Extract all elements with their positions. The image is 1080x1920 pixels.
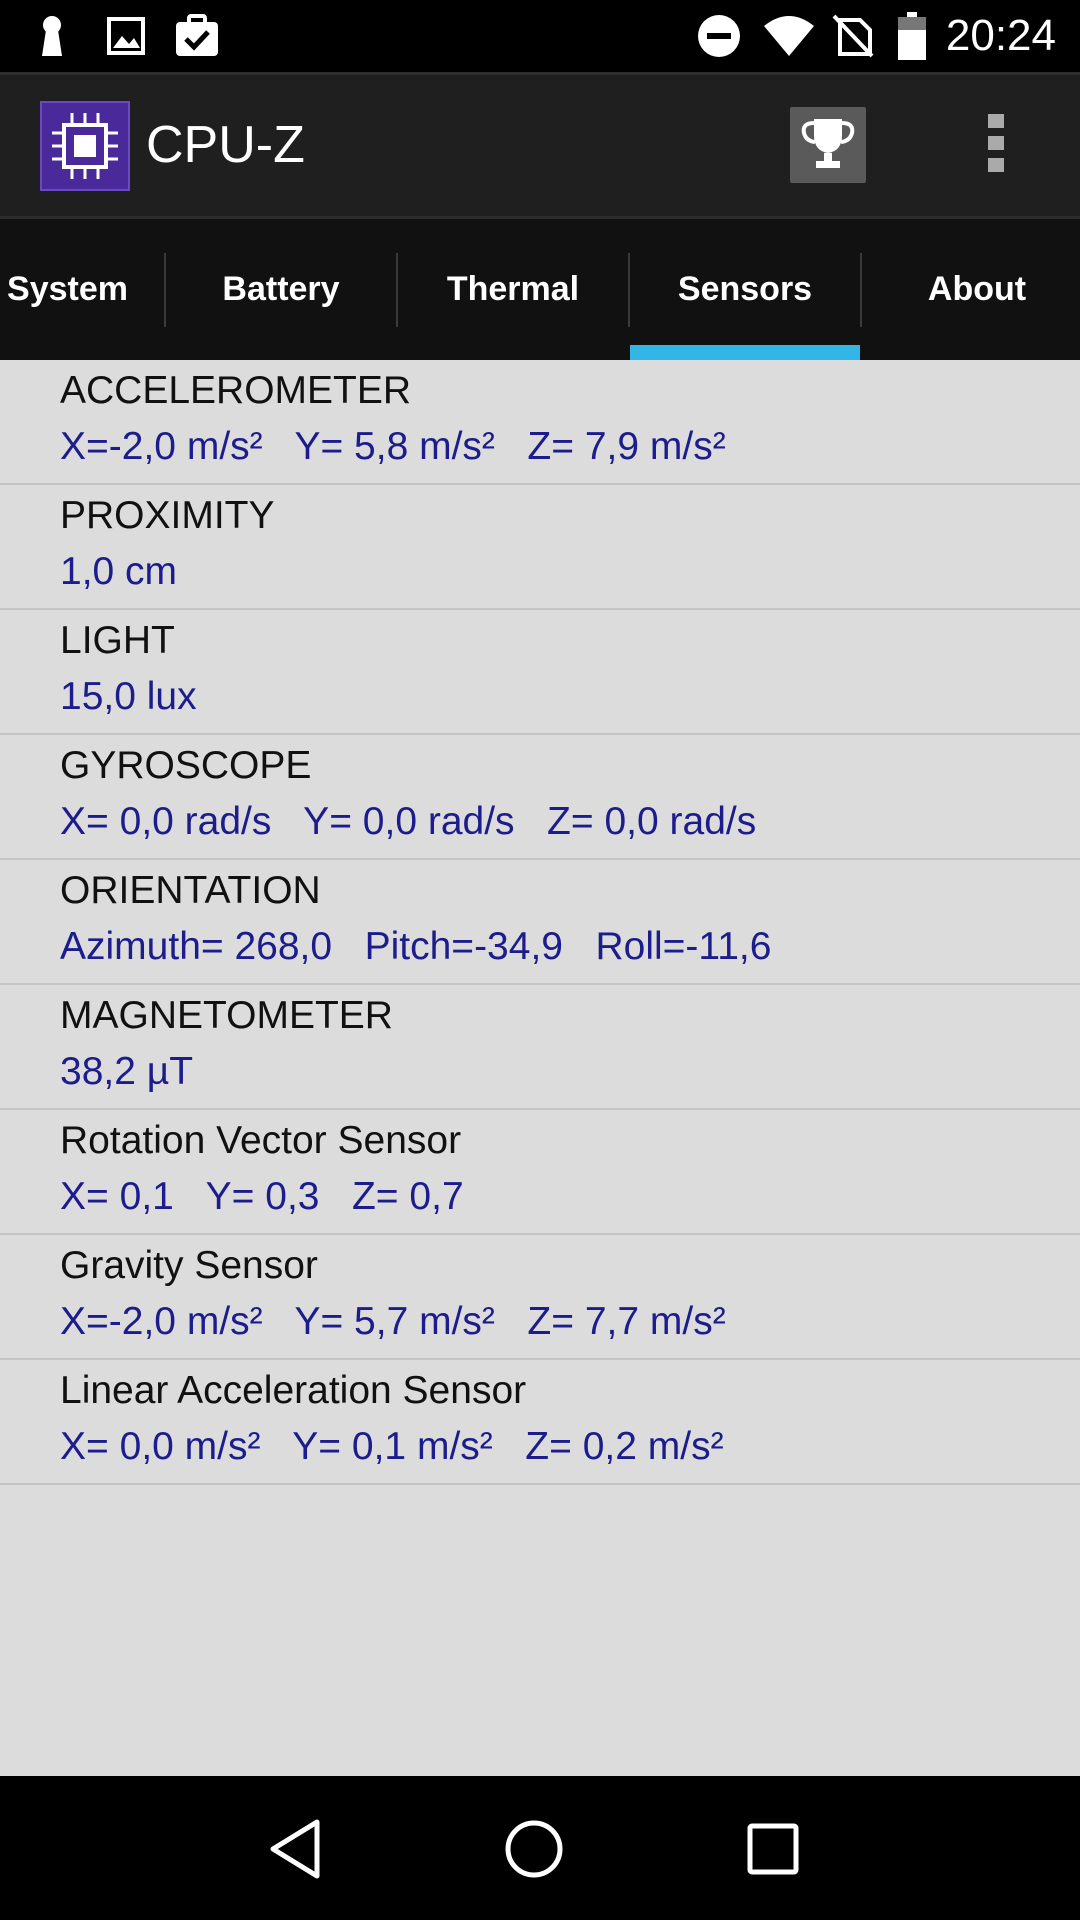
tab-label: Sensors bbox=[677, 270, 813, 308]
sensor-name: LIGHT bbox=[60, 619, 175, 662]
status-bar: 20:24 bbox=[0, 0, 1080, 72]
no-sim-icon bbox=[832, 14, 874, 58]
image-icon bbox=[106, 14, 146, 58]
app-title: CPU-Z bbox=[146, 116, 305, 174]
selected-tab-indicator bbox=[630, 345, 860, 360]
sensor-gravity: Gravity Sensor X=-2,0 m/s² Y= 5,7 m/s² Z… bbox=[0, 1235, 1080, 1360]
sensor-name: GYROSCOPE bbox=[60, 744, 312, 787]
home-button[interactable] bbox=[489, 1806, 579, 1896]
overflow-menu-button[interactable] bbox=[966, 109, 1026, 181]
keyhole-icon bbox=[36, 14, 68, 58]
recents-icon bbox=[743, 1819, 803, 1883]
sensor-magnetometer: MAGNETOMETER 38,2 µT bbox=[0, 985, 1080, 1110]
back-button[interactable] bbox=[250, 1806, 340, 1896]
sensor-name: ORIENTATION bbox=[60, 869, 321, 912]
back-icon bbox=[265, 1817, 325, 1885]
tab-label: Battery bbox=[222, 270, 340, 308]
tab-label: System bbox=[7, 270, 128, 308]
cpu-chip-icon bbox=[40, 101, 130, 191]
sensor-value: X= 0,1 Y= 0,3 Z= 0,7 bbox=[60, 1175, 464, 1218]
sensor-orientation: ORIENTATION Azimuth= 268,0 Pitch=-34,9 R… bbox=[0, 860, 1080, 985]
sensor-value: X= 0,0 rad/s Y= 0,0 rad/s Z= 0,0 rad/s bbox=[60, 800, 757, 843]
sensor-value: X= 0,0 m/s² Y= 0,1 m/s² Z= 0,2 m/s² bbox=[60, 1425, 724, 1468]
tab-system[interactable]: System bbox=[0, 219, 165, 360]
wifi-icon bbox=[762, 14, 816, 58]
tab-label: About bbox=[927, 270, 1027, 308]
sensor-value: 1,0 cm bbox=[60, 550, 178, 593]
sensor-list[interactable]: ACCELEROMETER X=-2,0 m/s² Y= 5,8 m/s² Z=… bbox=[0, 360, 1080, 1776]
navigation-bar bbox=[0, 1776, 1080, 1920]
sensor-value: X=-2,0 m/s² Y= 5,8 m/s² Z= 7,9 m/s² bbox=[60, 425, 726, 468]
sensor-gyroscope: GYROSCOPE X= 0,0 rad/s Y= 0,0 rad/s Z= 0… bbox=[0, 735, 1080, 860]
sensor-name: PROXIMITY bbox=[60, 494, 275, 537]
sensor-name: Gravity Sensor bbox=[60, 1244, 318, 1287]
trophy-icon bbox=[798, 113, 858, 177]
clipboard-check-icon bbox=[174, 14, 220, 58]
tab-label: Thermal bbox=[446, 270, 580, 308]
app-bar: CPU-Z bbox=[0, 72, 1080, 216]
battery-icon bbox=[896, 12, 928, 60]
sensor-accelerometer: ACCELEROMETER X=-2,0 m/s² Y= 5,8 m/s² Z=… bbox=[0, 360, 1080, 485]
clock: 20:24 bbox=[945, 11, 1056, 60]
tab-thermal[interactable]: Thermal bbox=[398, 219, 628, 360]
overflow-menu-icon bbox=[986, 112, 1006, 178]
sensor-light: LIGHT 15,0 lux bbox=[0, 610, 1080, 735]
sensor-value: Azimuth= 268,0 Pitch=-34,9 Roll=-11,6 bbox=[60, 925, 772, 968]
home-icon bbox=[502, 1817, 566, 1885]
trophy-button[interactable] bbox=[790, 107, 866, 183]
tab-about[interactable]: About bbox=[862, 219, 1080, 360]
sensor-value: 38,2 µT bbox=[60, 1050, 194, 1093]
do-not-disturb-icon bbox=[696, 14, 742, 58]
recents-button[interactable] bbox=[728, 1806, 818, 1896]
sensor-name: ACCELEROMETER bbox=[60, 369, 412, 412]
tab-bar: System Battery Thermal Sensors About bbox=[0, 216, 1080, 360]
sensor-value: X=-2,0 m/s² Y= 5,7 m/s² Z= 7,7 m/s² bbox=[60, 1300, 726, 1343]
tab-sensors[interactable]: Sensors bbox=[630, 219, 860, 360]
sensor-name: MAGNETOMETER bbox=[60, 994, 393, 1037]
sensor-rotation-vector: Rotation Vector Sensor X= 0,1 Y= 0,3 Z= … bbox=[0, 1110, 1080, 1235]
sensor-name: Rotation Vector Sensor bbox=[60, 1119, 462, 1162]
sensor-name: Linear Acceleration Sensor bbox=[60, 1369, 527, 1412]
tab-battery[interactable]: Battery bbox=[166, 219, 396, 360]
sensor-value: 15,0 lux bbox=[60, 675, 197, 718]
sensor-linear-acceleration: Linear Acceleration Sensor X= 0,0 m/s² Y… bbox=[0, 1360, 1080, 1485]
sensor-proximity: PROXIMITY 1,0 cm bbox=[0, 485, 1080, 610]
